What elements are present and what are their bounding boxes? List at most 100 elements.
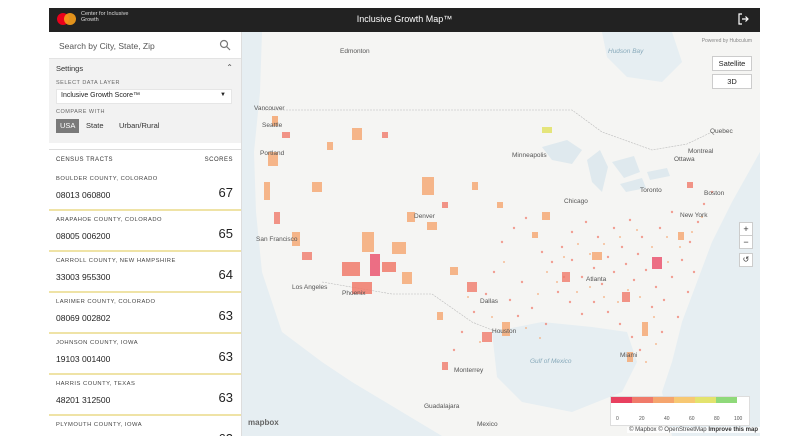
water-label: Gulf of Mexico	[530, 358, 572, 365]
city-label: Minneapolis	[512, 152, 547, 159]
map-view[interactable]: Edmonton Vancouver Seattle Portland Minn…	[242, 32, 760, 436]
tract-score: 63	[218, 308, 233, 323]
zoom-out-button[interactable]: −	[739, 235, 753, 249]
3d-button[interactable]: 3D	[712, 74, 752, 89]
legend-color-segment	[611, 397, 633, 403]
city-label: Chicago	[564, 198, 588, 205]
settings-panel: Settings ⌃ SELECT DATA LAYER Inclusive G…	[49, 59, 241, 143]
map-attribution: © Mapbox © OpenStreetMap Improve this ma…	[627, 427, 760, 433]
city-label: Portland	[260, 150, 285, 157]
legend-color-segment	[653, 397, 675, 403]
search-icon[interactable]	[219, 38, 231, 51]
city-label: Vancouver	[254, 105, 285, 112]
tract-score: 67	[218, 185, 233, 200]
zoom-in-button[interactable]: +	[739, 222, 753, 236]
tract-id: 08005 006200	[56, 231, 111, 241]
legend-color-segment	[716, 397, 737, 403]
tract-name: LARIMER COUNTY, COLORADO	[56, 299, 156, 305]
tract-item[interactable]: BOULDER COUNTY, COLORADO 08013 060800 67	[49, 170, 241, 211]
logout-icon[interactable]	[736, 13, 750, 27]
city-label: Ottawa	[674, 156, 695, 163]
app-header: Center for Inclusive Growth Inclusive Gr…	[49, 8, 760, 32]
reset-view-icon[interactable]: ↺	[739, 253, 753, 267]
tract-list: BOULDER COUNTY, COLORADO 08013 060800 67…	[49, 170, 241, 436]
legend-color-segment	[695, 397, 717, 403]
city-label: Toronto	[640, 187, 662, 194]
score-legend: SCORES 0 20 40 60 80 100	[610, 396, 750, 426]
city-label: San Francisco	[256, 236, 298, 243]
city-label: Phoenix	[342, 290, 366, 297]
tract-score: 63	[218, 349, 233, 364]
legend-tick: 0	[616, 416, 619, 422]
city-label: Montreal	[688, 148, 714, 155]
city-label: Mexico	[477, 421, 498, 428]
mapbox-logo[interactable]: mapbox	[248, 418, 279, 427]
tract-item[interactable]: ARAPAHOE COUNTY, COLORADO 08005 006200 6…	[49, 211, 241, 252]
app-window: Center for Inclusive Growth Inclusive Gr…	[49, 8, 760, 436]
tract-name: ARAPAHOE COUNTY, COLORADO	[56, 217, 163, 223]
sidebar: Settings ⌃ SELECT DATA LAYER Inclusive G…	[49, 32, 242, 436]
data-layer-label: SELECT DATA LAYER	[56, 80, 121, 86]
legend-tick: 80	[714, 416, 720, 422]
city-label: Houston	[492, 328, 517, 335]
compare-urban-rural-button[interactable]: Urban/Rural	[115, 119, 163, 133]
data-layer-select[interactable]: Inclusive Growth Score™ ▼	[56, 89, 232, 104]
tracts-title: CENSUS TRACTS	[56, 157, 114, 163]
tract-item[interactable]: PLYMOUTH COUNTY, IOWA 19149 970200 62	[49, 416, 241, 436]
page-title: Inclusive Growth Map™	[356, 14, 453, 24]
caret-down-icon: ▼	[220, 92, 226, 98]
tract-id: 33003 955300	[56, 272, 111, 282]
legend-tick: 60	[689, 416, 695, 422]
search-input[interactable]	[57, 38, 211, 54]
tract-name: HARRIS COUNTY, TEXAS	[56, 381, 136, 387]
improve-map-link[interactable]: Improve this map	[708, 427, 758, 433]
tracts-header: CENSUS TRACTS SCORES	[49, 149, 241, 171]
legend-color-segment	[674, 397, 696, 403]
compare-label: COMPARE WITH	[56, 109, 105, 115]
tract-name: CARROLL COUNTY, NEW HAMPSHIRE	[56, 258, 176, 264]
tract-id: 19103 001400	[56, 354, 111, 364]
tract-item[interactable]: LARIMER COUNTY, COLORADO 08069 002802 63	[49, 293, 241, 334]
city-label: Edmonton	[340, 48, 370, 55]
city-label: Boston	[704, 190, 725, 197]
city-label: Miami	[620, 352, 638, 359]
powered-by-text: Powered by Hubculum	[701, 38, 752, 44]
city-label: New York	[680, 212, 708, 219]
compare-usa-button[interactable]: USA	[56, 119, 80, 133]
settings-title: Settings	[56, 64, 84, 73]
compare-state-button[interactable]: State	[82, 119, 108, 133]
tract-id: 48201 312500	[56, 395, 111, 405]
tract-name: BOULDER COUNTY, COLORADO	[56, 176, 158, 182]
water-label: Hudson Bay	[608, 48, 644, 55]
city-label: Quebec	[710, 128, 733, 135]
satellite-button[interactable]: Satellite	[712, 56, 752, 71]
city-label: Los Angeles	[292, 284, 328, 291]
city-label: Guadalajara	[424, 403, 460, 410]
legend-tick: 100	[734, 416, 743, 422]
legend-tick: 20	[639, 416, 645, 422]
city-label: Atlanta	[586, 276, 607, 283]
scores-title: SCORES	[204, 157, 233, 163]
tract-score: 65	[218, 226, 233, 241]
chevron-up-icon[interactable]: ⌃	[226, 63, 233, 72]
attribution-text[interactable]: © Mapbox © OpenStreetMap	[629, 427, 707, 433]
tract-name: PLYMOUTH COUNTY, IOWA	[56, 422, 143, 428]
search-bar	[49, 32, 241, 59]
tract-item[interactable]: JOHNSON COUNTY, IOWA 19103 001400 63	[49, 334, 241, 375]
tract-score: 63	[218, 390, 233, 405]
city-label: Dallas	[480, 298, 499, 305]
tract-score: 62	[219, 431, 233, 436]
legend-tick: 40	[664, 416, 670, 422]
legend-color-segment	[632, 397, 654, 403]
city-label: Seattle	[262, 122, 283, 129]
data-layer-value: Inclusive Growth Score™	[61, 92, 140, 99]
tract-item[interactable]: HARRIS COUNTY, TEXAS 48201 312500 63	[49, 375, 241, 416]
tract-id: 08069 002802	[56, 313, 111, 323]
city-label: Denver	[414, 213, 435, 220]
tract-item[interactable]: CARROLL COUNTY, NEW HAMPSHIRE 33003 9553…	[49, 252, 241, 293]
tract-name: JOHNSON COUNTY, IOWA	[56, 340, 139, 346]
tract-score: 64	[218, 267, 233, 282]
tract-id: 08013 060800	[56, 190, 111, 200]
city-label: Monterrey	[454, 367, 484, 374]
map-canvas[interactable]	[242, 32, 760, 436]
